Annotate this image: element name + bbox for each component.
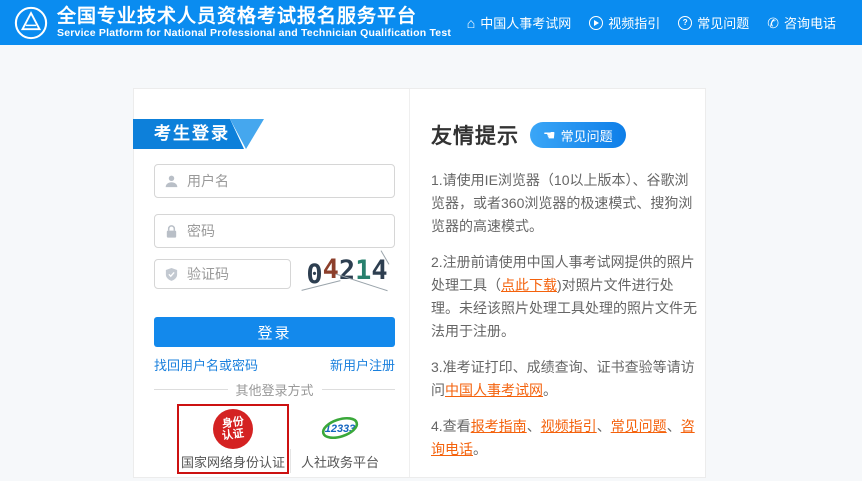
login-panel-ribbon: 考生登录 xyxy=(133,119,265,149)
nav-label: 视频指引 xyxy=(608,13,660,32)
tips-list: 1.请使用IE浏览器（10以上版本）、谷歌浏览器，或者360浏览器的极速模式、搜… xyxy=(431,169,697,461)
tip-text: 、 xyxy=(597,418,611,434)
method-label-separator xyxy=(290,449,291,473)
other-login-label: 其他登录方式 xyxy=(236,380,314,399)
other-login-methods: 身份 认证 国家网络身份认证 12333 人社政务平台 xyxy=(134,405,414,479)
forgot-credentials-link[interactable]: 找回用户名或密码 xyxy=(154,355,258,374)
captcha-digit: 4 xyxy=(323,254,339,285)
nav-label: 咨询电话 xyxy=(784,13,836,32)
tip-inline-link[interactable]: 中国人事考试网 xyxy=(445,382,543,398)
nav-label: 常见问题 xyxy=(697,13,749,32)
tip-text: 、 xyxy=(667,418,681,434)
site-subtitle: Service Platform for National Profession… xyxy=(57,27,451,39)
nav-label: 中国人事考试网 xyxy=(480,13,571,32)
tip-inline-link[interactable]: 常见问题 xyxy=(611,418,667,434)
tips-title: 友情提示 xyxy=(431,120,519,150)
nav-item-hotline[interactable]: ✆ 咨询电话 xyxy=(767,13,836,32)
tip-inline-link[interactable]: 视频指引 xyxy=(541,418,597,434)
captcha-digit: 0 xyxy=(306,259,322,290)
tips-header: 友情提示 ☚ 常见问题 xyxy=(431,120,697,150)
question-icon: ? xyxy=(678,16,692,30)
captcha-field-box xyxy=(154,259,291,289)
video-icon xyxy=(589,16,603,30)
nav-item-faq[interactable]: ? 常见问题 xyxy=(678,13,749,32)
captcha-digit: 2 xyxy=(339,255,355,286)
captcha-image[interactable]: 04214 xyxy=(299,247,395,293)
tip-text: 4.查看 xyxy=(431,418,471,434)
login-panel-title: 考生登录 xyxy=(154,119,230,149)
register-link[interactable]: 新用户注册 xyxy=(330,355,395,374)
tip-inline-link[interactable]: 点此下载 xyxy=(501,277,557,293)
header-bar: 全国专业技术人员资格考试报名服务平台 Service Platform for … xyxy=(0,0,862,45)
tip-text: 。 xyxy=(473,441,487,457)
tip-text: 、 xyxy=(527,418,541,434)
site-title-block: 全国专业技术人员资格考试报名服务平台 Service Platform for … xyxy=(57,6,451,40)
tip-item-4: 4.查看报考指南、视频指引、常见问题、咨询电话。 xyxy=(431,415,697,461)
mohrss-12333-logo-icon: 12333 xyxy=(319,407,361,449)
pta-logo-icon xyxy=(14,6,48,40)
site-title: 全国专业技术人员资格考试报名服务平台 xyxy=(57,6,451,28)
user-icon xyxy=(164,174,179,189)
tip-text: 。 xyxy=(543,382,557,398)
nav-item-video-guide[interactable]: 视频指引 xyxy=(589,13,660,32)
password-input[interactable] xyxy=(187,223,385,239)
username-input[interactable] xyxy=(187,173,385,189)
identity-auth-badge-icon: 身份 认证 xyxy=(213,409,253,449)
tip-inline-link[interactable]: 报考指南 xyxy=(471,418,527,434)
faq-pill-button[interactable]: ☚ 常见问题 xyxy=(530,122,626,148)
password-field-box xyxy=(154,214,395,248)
pointing-hand-icon: ☚ xyxy=(543,128,556,142)
tip-item-3: 3.准考证打印、成绩查询、证书查验等请访问中国人事考试网。 xyxy=(431,356,697,402)
method-label: 国家网络身份认证 xyxy=(178,452,288,471)
tips-panel: 友情提示 ☚ 常见问题 1.请使用IE浏览器（10以上版本）、谷歌浏览器，或者3… xyxy=(410,89,705,477)
home-icon: ⌂ xyxy=(467,16,475,30)
phone-icon: ✆ xyxy=(767,16,779,30)
shield-check-icon xyxy=(164,267,179,282)
captcha-input[interactable] xyxy=(187,266,281,282)
tip-item-1: 1.请使用IE浏览器（10以上版本）、谷歌浏览器，或者360浏览器的极速模式、搜… xyxy=(431,169,697,238)
method-label: 人社政务平台 xyxy=(292,452,388,471)
tip-text: 1.请使用IE浏览器（10以上版本）、谷歌浏览器，或者360浏览器的极速模式、搜… xyxy=(431,172,692,234)
faq-pill-label: 常见问题 xyxy=(561,126,613,145)
method-mohrss-platform[interactable]: 12333 人社政务平台 xyxy=(292,405,388,471)
main-card: 考生登录 04214 xyxy=(133,88,706,478)
login-links-row: 找回用户名或密码 新用户注册 xyxy=(154,355,395,374)
top-nav: ⌂ 中国人事考试网 视频指引 ? 常见问题 ✆ 咨询电话 xyxy=(467,13,836,32)
login-button[interactable]: 登录 xyxy=(154,317,395,347)
other-login-divider: 其他登录方式 xyxy=(154,380,395,399)
login-panel: 考生登录 04214 xyxy=(134,89,409,477)
method-national-identity-auth[interactable]: 身份 认证 国家网络身份认证 xyxy=(178,405,288,471)
nav-item-cpta-site[interactable]: ⌂ 中国人事考试网 xyxy=(467,13,571,32)
badge-text: 认证 xyxy=(221,428,244,443)
lock-icon xyxy=(164,224,179,239)
tip-item-2: 2.注册前请使用中国人事考试网提供的照片处理工具（点此下载)对照片文件进行处理。… xyxy=(431,251,697,343)
username-field-box xyxy=(154,164,395,198)
